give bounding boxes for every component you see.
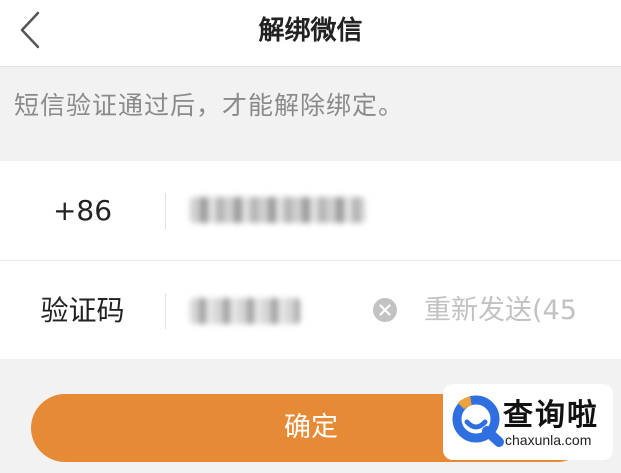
search-logo-icon bbox=[452, 395, 504, 447]
page-title: 解绑微信 bbox=[258, 16, 363, 46]
clear-circle-icon bbox=[379, 304, 391, 316]
clear-button[interactable] bbox=[373, 298, 397, 322]
watermark-brand-en: chaxunla.com bbox=[505, 432, 592, 448]
code-input[interactable] bbox=[190, 298, 300, 324]
chevron-left-icon bbox=[20, 11, 40, 49]
nav-bar: 解绑微信 bbox=[0, 0, 621, 67]
back-button[interactable] bbox=[10, 8, 54, 54]
hint-text: 短信验证通过后，才能解除绑定。 bbox=[14, 91, 405, 120]
phone-number-masked bbox=[190, 197, 365, 223]
resend-countdown[interactable]: 重新发送(45 bbox=[424, 261, 577, 360]
phone-prefix: +86 bbox=[52, 194, 113, 227]
code-label: 验证码 bbox=[40, 294, 125, 327]
verification-form: +86 验证码 重新发送(45 bbox=[0, 161, 621, 359]
watermark-logo: 查询啦 chaxunla.com bbox=[443, 384, 613, 460]
divider bbox=[165, 193, 166, 229]
watermark-brand-cn: 查询啦 bbox=[503, 398, 599, 433]
code-row: 验证码 重新发送(45 bbox=[0, 260, 621, 359]
phone-row: +86 bbox=[0, 161, 621, 260]
divider bbox=[165, 293, 166, 329]
